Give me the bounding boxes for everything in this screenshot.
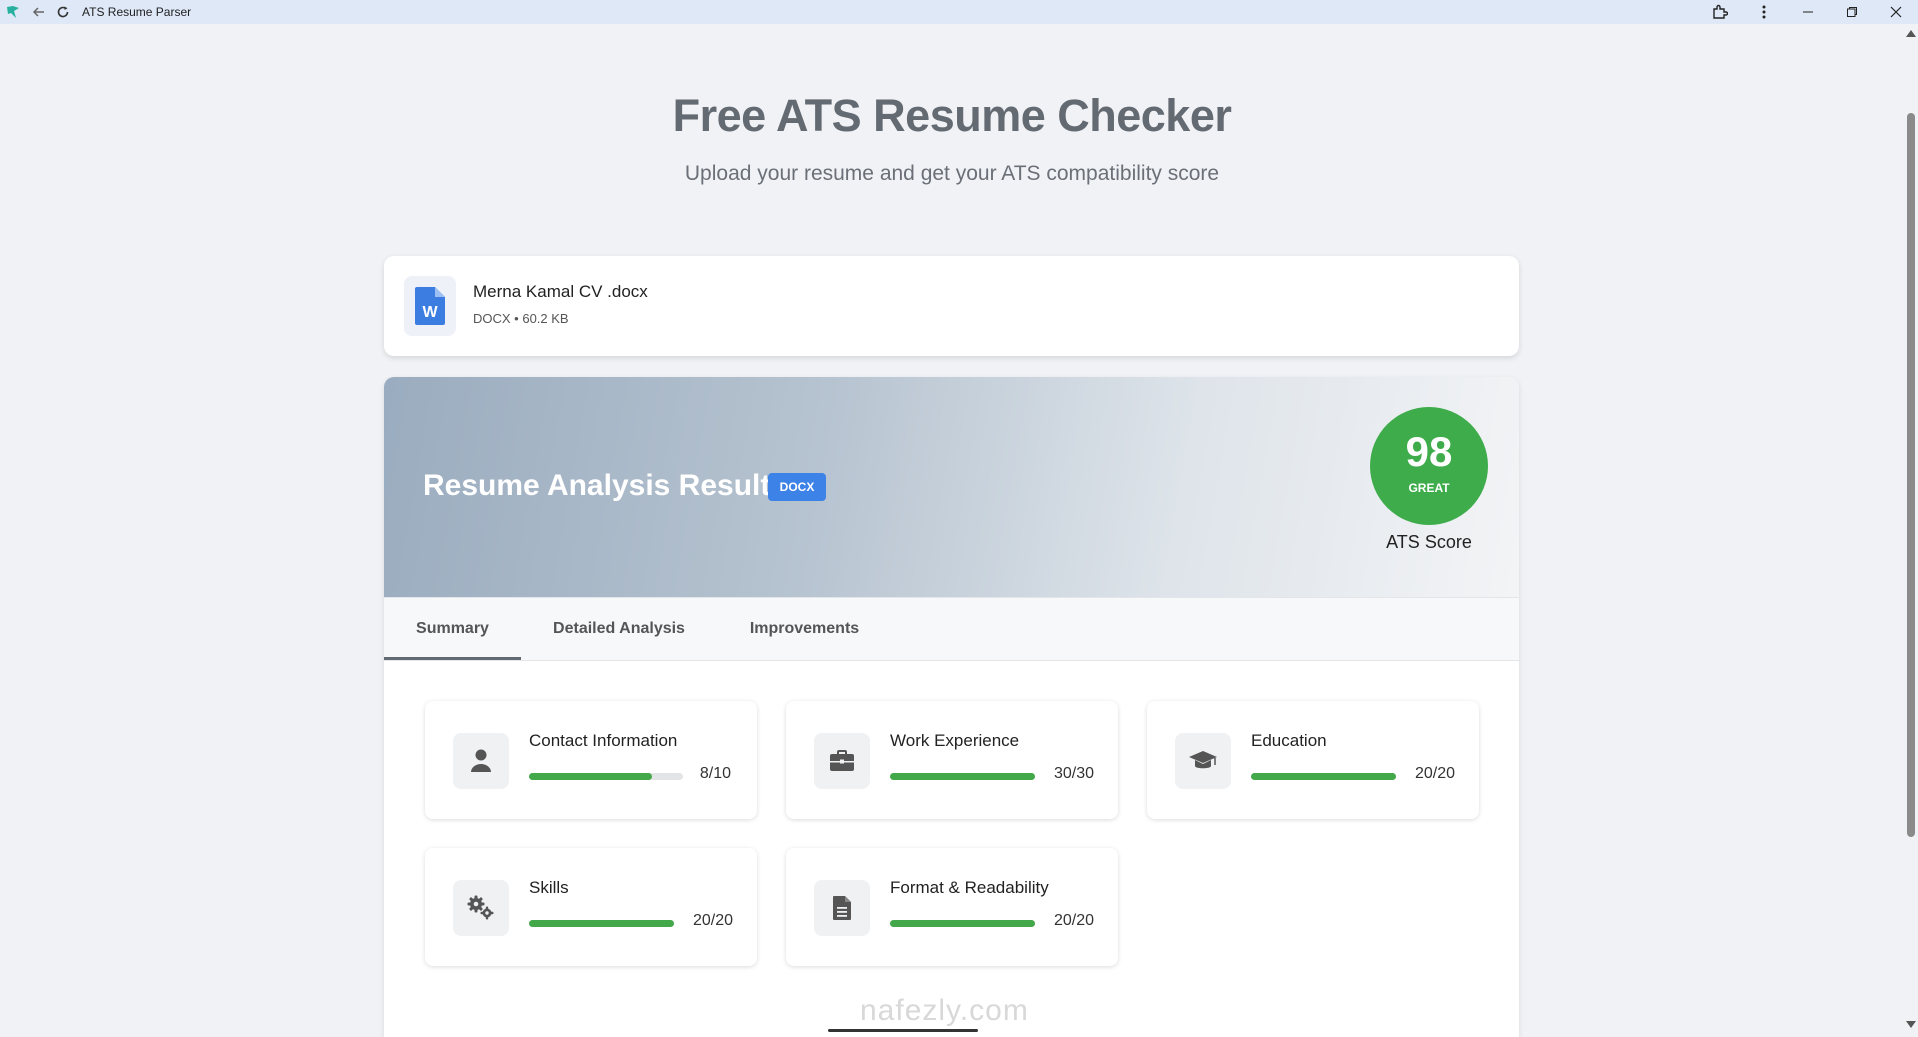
section-title: Skills (529, 878, 569, 897)
section-card-contact-information: Contact Information 8/10 (425, 701, 757, 819)
back-arrow-icon[interactable] (26, 0, 52, 24)
graduation-cap-icon (1175, 733, 1231, 789)
section-card-work-experience: Work Experience 30/30 (786, 701, 1118, 819)
page-scrollbar[interactable] (1904, 24, 1918, 1032)
ats-score-label: ATS Score (1386, 532, 1472, 552)
tab-improvements[interactable]: Improvements (717, 598, 892, 660)
tab-detailed-analysis[interactable]: Detailed Analysis (521, 598, 717, 660)
section-title: Format & Readability (890, 878, 1049, 897)
section-title: Contact Information (529, 731, 678, 750)
word-document-icon: W (404, 276, 456, 336)
section-score: 20/20 (692, 912, 733, 929)
window-title-bar: ATS Resume Parser (0, 0, 1918, 24)
section-progress-fill (529, 773, 653, 780)
ats-score-grade: GREAT (1408, 481, 1450, 495)
section-title: Education (1251, 731, 1327, 750)
section-progress-bar (890, 920, 1035, 927)
more-vertical-icon[interactable] (1742, 0, 1786, 24)
person-icon (453, 733, 509, 789)
section-progress-fill (1251, 773, 1396, 780)
window-title: ATS Resume Parser (82, 5, 192, 19)
section-progress-fill (890, 920, 1035, 927)
section-title: Work Experience (890, 731, 1020, 750)
section-card-education: Education 20/20 (1147, 701, 1479, 819)
reload-icon[interactable] (52, 0, 74, 24)
section-score: 20/20 (1414, 765, 1455, 782)
close-icon[interactable] (1874, 0, 1918, 24)
scroll-thumb[interactable] (1907, 113, 1915, 837)
section-progress-fill (529, 920, 674, 927)
page-subtitle: Upload your resume and get your ATS comp… (684, 162, 1220, 185)
section-card-format-readability: Format & Readability 20/20 (786, 848, 1118, 966)
watermark-text: nafezly.com (860, 994, 1029, 1027)
scroll-down-arrow-icon[interactable] (1906, 1021, 1916, 1028)
section-progress-bar (529, 773, 683, 780)
ats-score-value: 98 (1405, 428, 1453, 475)
section-progress-fill (890, 773, 1035, 780)
results-tabs: Summary Detailed Analysis Improvements (384, 597, 1519, 661)
section-progress-bar (890, 773, 1035, 780)
tab-summary[interactable]: Summary (384, 598, 521, 660)
results-header: Resume Analysis Results DOCX 98 GREAT AT… (384, 377, 1519, 597)
results-panel: Resume Analysis Results DOCX 98 GREAT AT… (384, 377, 1519, 1037)
section-score: 30/30 (1053, 765, 1094, 782)
svg-text:W: W (422, 304, 438, 321)
app-logo-icon (0, 0, 26, 24)
ats-score-circle: 98 GREAT (1370, 407, 1488, 525)
restore-icon[interactable] (1830, 0, 1874, 24)
uploaded-file-card: W Merna Kamal CV .docx DOCX • 60.2 KB (384, 256, 1519, 356)
gears-icon (453, 880, 509, 936)
file-type-badge: DOCX (768, 473, 826, 501)
section-progress-bar (1251, 773, 1396, 780)
results-title: Resume Analysis Results (423, 469, 788, 502)
section-card-skills: Skills 20/20 (425, 848, 757, 966)
file-name: Merna Kamal CV .docx (473, 282, 648, 301)
section-score: 8/10 (699, 765, 731, 782)
document-icon (814, 880, 870, 936)
briefcase-icon (814, 733, 870, 789)
minimize-icon[interactable] (1786, 0, 1830, 24)
extensions-icon[interactable] (1698, 0, 1742, 24)
scroll-up-arrow-icon[interactable] (1906, 30, 1916, 37)
section-score: 20/20 (1053, 912, 1094, 929)
file-meta: DOCX • 60.2 KB (473, 311, 569, 326)
page-title: Free ATS Resume Checker (672, 90, 1232, 141)
section-progress-bar (529, 920, 674, 927)
